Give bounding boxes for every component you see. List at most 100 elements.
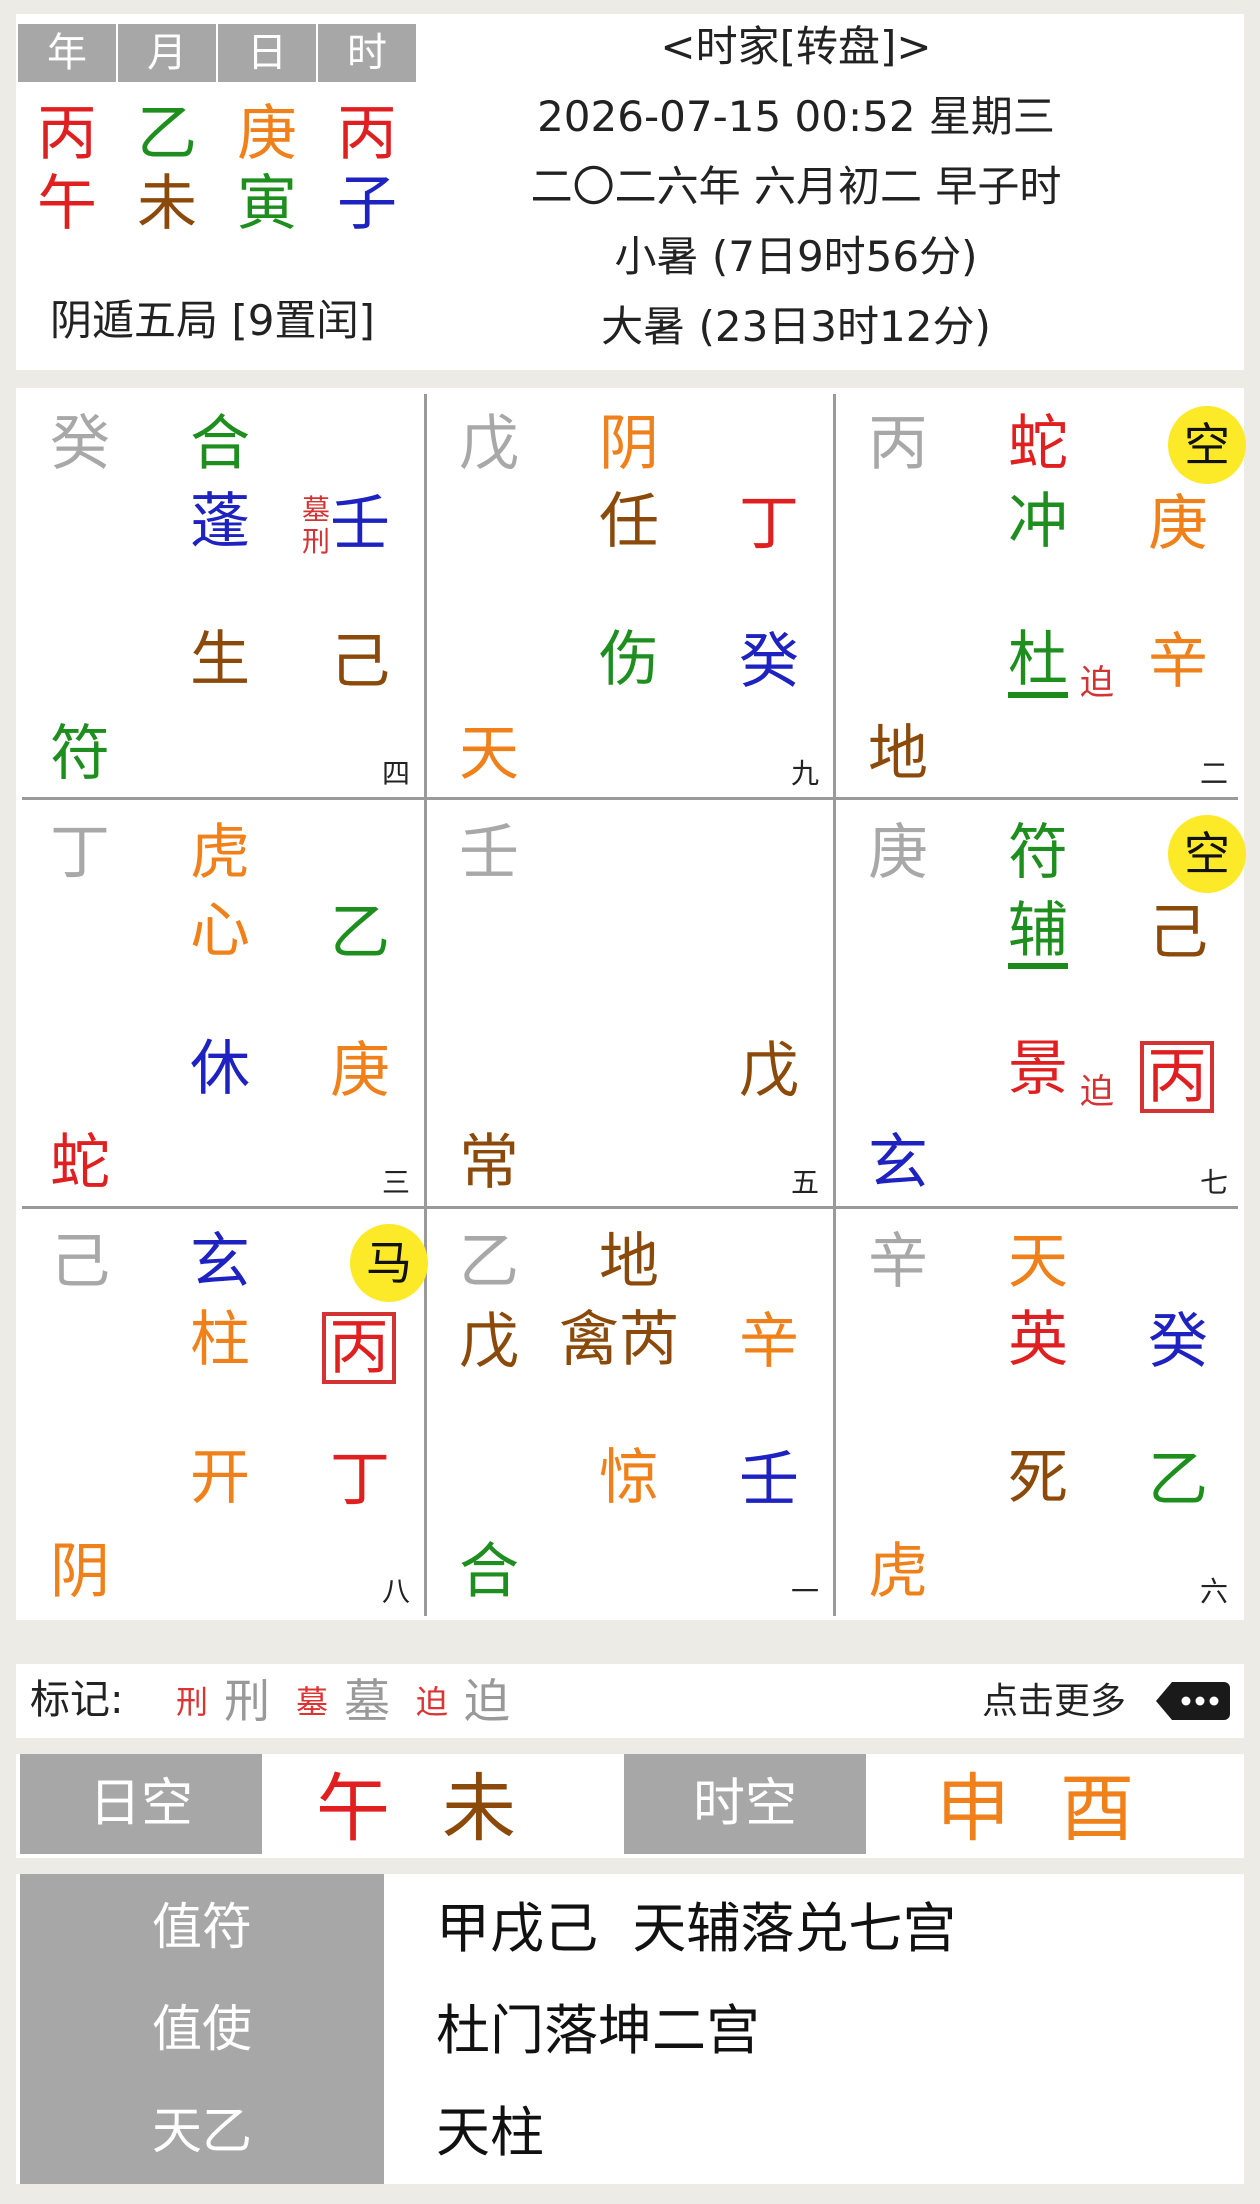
- palace-number: 五: [791, 1166, 820, 1199]
- earth-stem: 丙: [868, 409, 928, 479]
- earth-stem: 丁: [50, 818, 110, 888]
- lunar-date: 二〇二六年 六月初二 早子时: [530, 162, 1062, 211]
- legend-bar: 标记: 刑 刑 墓 墓 迫 迫 点击更多: [16, 1664, 1244, 1738]
- palace-四[interactable]: 癸 合蓬 墓刑壬生 己符四: [16, 388, 424, 796]
- hour-kong-value-2: 酉: [1060, 1766, 1134, 1852]
- earth-stem: 癸: [50, 409, 110, 479]
- palace-九[interactable]: 戊 阴任 丁伤 癸天九: [425, 388, 833, 796]
- nine-star: 禽芮: [559, 1305, 679, 1375]
- day-kong-value-2: 未: [442, 1766, 516, 1852]
- eight-door: 惊: [599, 1443, 659, 1513]
- eight-door: 开: [190, 1443, 250, 1513]
- hour-stem: 丙: [337, 99, 397, 169]
- legend-xing-small: 刑: [176, 1683, 209, 1721]
- eight-god: 阴: [599, 409, 659, 479]
- tianyi-label: 天乙: [152, 2102, 252, 2160]
- eight-god: 合: [190, 409, 250, 479]
- earth-door-stem: 壬: [739, 1445, 799, 1515]
- heaven-stem: 丁: [739, 489, 799, 559]
- mark-po: 迫: [1080, 663, 1114, 703]
- nine-star: 心: [190, 896, 250, 966]
- nine-star: 柱: [190, 1305, 250, 1375]
- month-stem: 乙: [137, 99, 197, 169]
- palace-八[interactable]: 己 玄 马柱 丙开 丁阴八: [16, 1206, 428, 1614]
- palace-number: 九: [791, 757, 820, 790]
- corner-god: 天: [459, 719, 519, 789]
- year-stem: 丙: [37, 99, 97, 169]
- hour-branch: 子: [337, 169, 397, 239]
- hour-kong-label: 时空: [624, 1754, 866, 1854]
- day-branch: 寅: [237, 169, 297, 239]
- pillar-label-hour: 时: [318, 24, 416, 82]
- earth-stem: 己: [50, 1227, 110, 1297]
- qimen-grid: 癸合蓬墓刑壬生己符四戊阴任丁伤癸天九丙蛇空冲庚迫杜辛地二丁虎心乙休庚蛇三壬戊常五…: [16, 388, 1246, 1620]
- palace-七[interactable]: 庚 符 空辅 己迫景 丙玄七: [834, 797, 1246, 1205]
- heaven-stem: 辛: [739, 1307, 799, 1377]
- earth-door-stem: 乙: [1148, 1445, 1208, 1515]
- palace-五[interactable]: 壬戊常五: [425, 797, 833, 1205]
- palace-number: 四: [382, 757, 411, 790]
- earth-stem: 庚: [868, 818, 928, 888]
- eight-door: 生: [190, 625, 250, 695]
- mark-po: 迫: [1080, 1072, 1114, 1112]
- corner-god: 阴: [50, 1537, 110, 1607]
- palace-number: 七: [1200, 1166, 1229, 1199]
- earth-stem: 戊: [459, 409, 519, 479]
- eight-god: 符: [1008, 818, 1068, 888]
- datetime: 2026-07-15 00:52 星期三: [537, 92, 1055, 141]
- palace-六[interactable]: 辛 天英 癸死 乙虎六: [834, 1206, 1242, 1614]
- more-dots-icon[interactable]: [1154, 1678, 1232, 1724]
- legend-po: 迫: [464, 1674, 510, 1728]
- earth-door-stem: 庚: [330, 1036, 390, 1106]
- palace-二[interactable]: 丙 蛇 空冲 庚迫杜 辛地二: [834, 388, 1246, 796]
- year-branch: 午: [37, 169, 97, 239]
- earth-door-stem: 己: [330, 627, 390, 697]
- zhishi-value: 杜门落坤二宫: [436, 1999, 760, 2062]
- heaven-stem-extra: 戊: [459, 1307, 519, 1377]
- palace-number: 一: [791, 1575, 820, 1608]
- nine-star: 辅: [1008, 901, 1068, 969]
- zhifu-label: 值符: [152, 1898, 252, 1956]
- solar-term-1: 小暑 (7日9时56分): [614, 232, 978, 281]
- eight-god: 玄: [190, 1227, 250, 1297]
- pillar-label-day: 日: [218, 24, 316, 82]
- heaven-stem: 癸: [1148, 1307, 1208, 1377]
- mark-mu: 墓: [302, 493, 331, 526]
- more-link[interactable]: 点击更多: [982, 1684, 1126, 1720]
- nine-star: 蓬: [190, 487, 250, 557]
- kong-marker: 空: [1168, 406, 1246, 484]
- kong-row: 日空 午 未 时空 申 酉: [16, 1754, 1244, 1858]
- day-kong-value-1: 午: [316, 1766, 390, 1852]
- heaven-stem: 丙: [322, 1312, 396, 1384]
- header-panel: 年 月 日 时 丙 乙 庚 丙 午 未 寅 子 阴遁五局 [9置闰] <时家[转…: [16, 14, 1244, 370]
- solar-term-2: 大暑 (23日3时12分): [601, 302, 991, 351]
- pillar-label-year: 年: [18, 24, 116, 82]
- earth-door-stem: 丙: [1140, 1041, 1214, 1113]
- corner-god: 地: [868, 719, 928, 789]
- eight-door: 休: [190, 1034, 250, 1104]
- day-stem: 庚: [237, 99, 297, 169]
- palace-一[interactable]: 乙 地禽芮戊 辛惊 壬合一: [425, 1206, 833, 1614]
- corner-god: 虎: [868, 1537, 928, 1607]
- legend-label: 标记:: [30, 1677, 124, 1723]
- mark-xing: 刑: [302, 525, 331, 558]
- ju-label: 阴遁五局 [9置闰]: [50, 296, 375, 345]
- legend-mu-small: 墓: [296, 1683, 329, 1721]
- corner-god: 玄: [868, 1128, 928, 1198]
- eight-door: 死: [1008, 1443, 1068, 1513]
- earth-stem: 辛: [868, 1227, 928, 1297]
- chart-title[interactable]: <时家[转盘]>: [516, 26, 1076, 68]
- summary-label-column: 值符 值使 天乙: [20, 1874, 384, 2184]
- corner-god: 符: [50, 719, 110, 789]
- earth-door-stem: 丁: [330, 1445, 390, 1515]
- month-branch: 未: [137, 169, 197, 239]
- palace-number: 二: [1200, 757, 1229, 790]
- palace-三[interactable]: 丁 虎心 乙休 庚蛇三: [16, 797, 424, 1205]
- legend-mu: 墓: [344, 1674, 390, 1728]
- earth-stem: 壬: [459, 818, 519, 888]
- horse-marker: 马: [350, 1224, 428, 1302]
- legend-po-small: 迫: [416, 1683, 449, 1721]
- pillar-label-month: 月: [118, 24, 216, 82]
- hour-kong-value-1: 申: [936, 1766, 1010, 1852]
- heaven-stem: 乙: [330, 898, 390, 968]
